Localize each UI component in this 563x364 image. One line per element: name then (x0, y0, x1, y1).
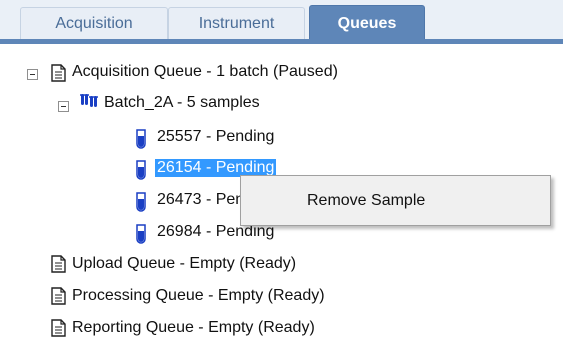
processing-queue-label[interactable]: Processing Queue - Empty (Ready) (72, 287, 325, 305)
upload-queue-label[interactable]: Upload Queue - Empty (Ready) (72, 255, 296, 273)
reporting-queue-label[interactable]: Reporting Queue - Empty (Ready) (72, 319, 315, 337)
test-tubes-icon (80, 94, 98, 107)
collapse-batch-icon[interactable] (58, 101, 69, 112)
document-icon (51, 287, 66, 305)
test-tube-icon (136, 224, 146, 244)
sample-item[interactable]: 25557 - Pending (157, 128, 274, 146)
remove-sample-menu-item[interactable]: Remove Sample (245, 180, 546, 221)
batch-label[interactable]: Batch_2A - 5 samples (104, 94, 260, 112)
tab-acquisition[interactable]: Acquisition (20, 7, 168, 39)
test-tube-icon (136, 129, 146, 149)
document-icon (51, 255, 66, 273)
test-tube-icon (136, 160, 146, 180)
tab-instrument[interactable]: Instrument (168, 7, 305, 39)
document-icon (51, 319, 66, 337)
context-menu: Remove Sample (240, 175, 551, 226)
tab-bar: Acquisition Instrument Queues (0, 0, 563, 44)
queues-window: Acquisition Instrument Queues Acquisitio… (0, 0, 563, 364)
test-tube-icon (136, 192, 146, 212)
tab-queues[interactable]: Queues (309, 5, 425, 42)
collapse-acquisition-queue-icon[interactable] (27, 69, 38, 80)
document-icon (51, 64, 66, 82)
acquisition-queue-label[interactable]: Acquisition Queue - 1 batch (Paused) (72, 63, 338, 81)
